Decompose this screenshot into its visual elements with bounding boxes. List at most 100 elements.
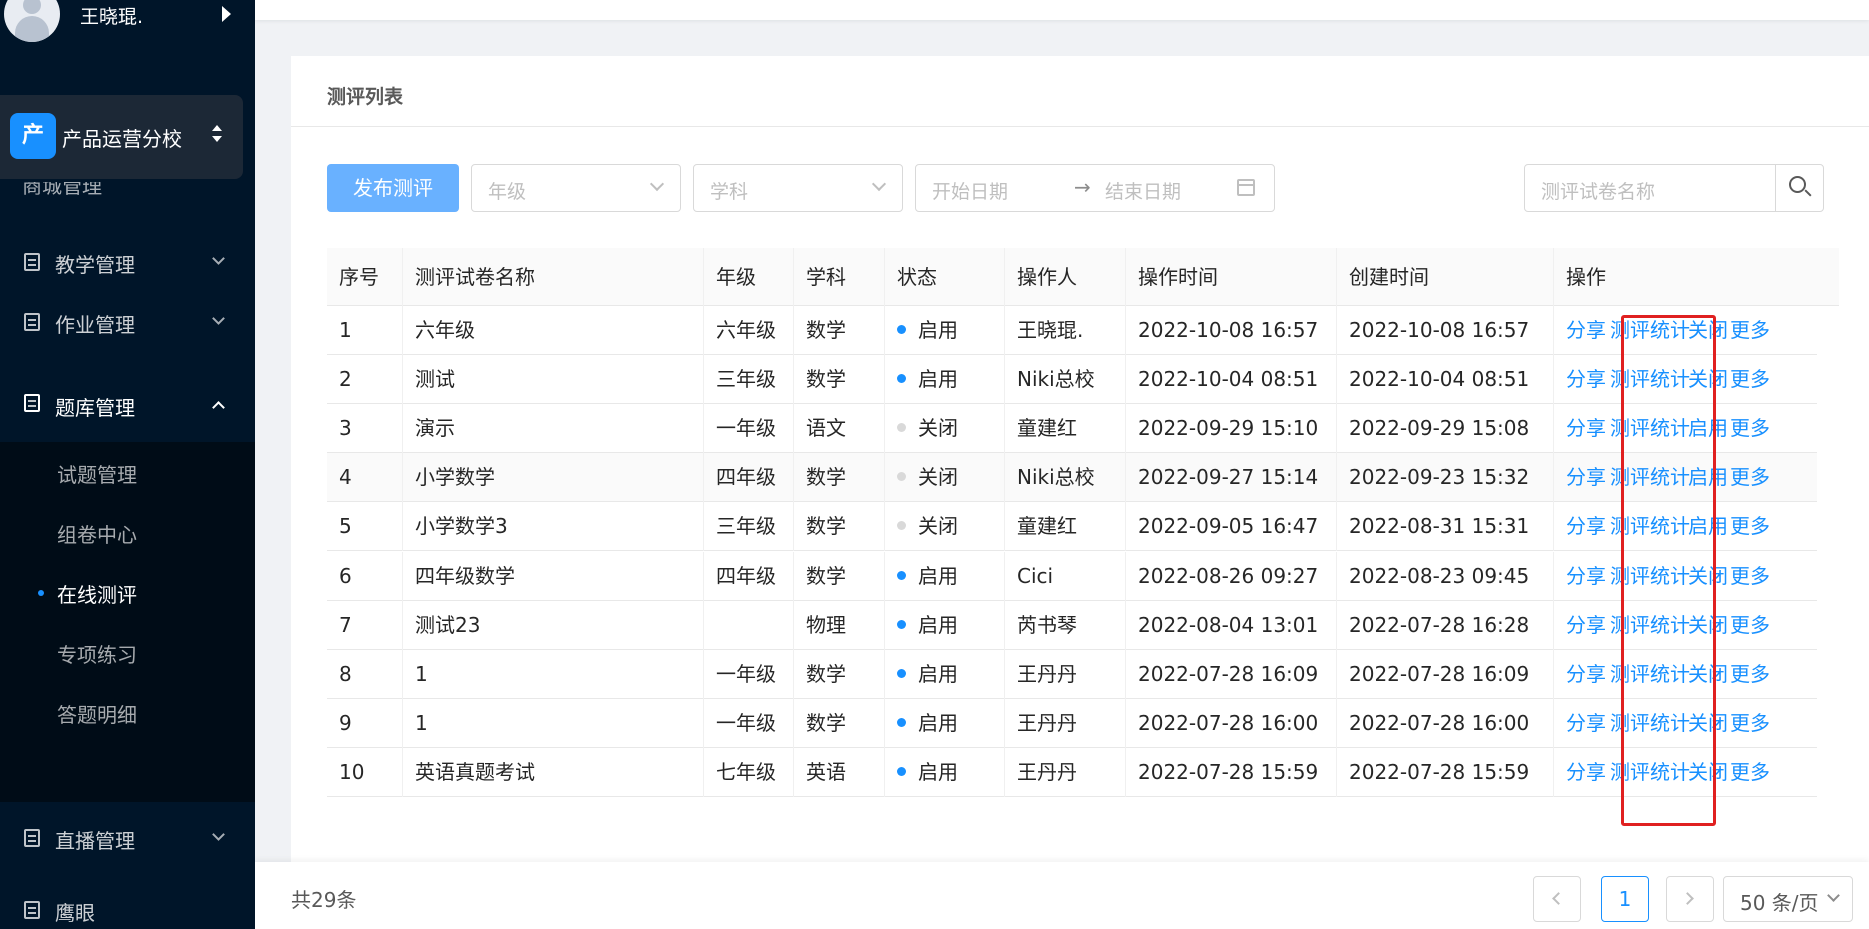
column-header: 操作人: [1005, 248, 1126, 306]
sidebar-subitem-label: 在线测评: [57, 583, 137, 607]
top-header: [255, 0, 1869, 20]
status-text: 启用: [918, 563, 958, 588]
sidebar-item-teaching[interactable]: 教学管理: [0, 232, 255, 292]
status-text: 关闭: [918, 514, 958, 539]
share-link[interactable]: 分享: [1566, 404, 1606, 453]
search-box: 测评试卷名称: [1524, 164, 1824, 212]
cell-status: 关闭: [885, 502, 1005, 552]
status-dot-icon: [897, 521, 906, 531]
grade-select[interactable]: 年级: [471, 164, 681, 212]
school-switcher[interactable]: 产 产品运营分校: [0, 95, 243, 179]
share-link[interactable]: 分享: [1566, 601, 1606, 650]
more-link[interactable]: 更多: [1730, 453, 1770, 502]
arrow-right-icon: →: [1074, 175, 1091, 199]
sidebar-item-question-bank[interactable]: 题库管理: [0, 377, 255, 442]
share-link[interactable]: 分享: [1566, 453, 1606, 502]
table-row: 8 1 一年级 数学 启用 王丹丹 2022-07-28 16:09 2022-07-28 1…: [327, 649, 1817, 699]
table-row: 1 六年级 六年级 数学 启用 王晓琨. 2022-10-08 16:57 2022-10-0…: [327, 306, 1817, 356]
column-header: 操作: [1566, 265, 1606, 289]
more-link[interactable]: 更多: [1730, 552, 1770, 601]
share-link[interactable]: 分享: [1566, 355, 1606, 404]
calendar-icon: [24, 829, 40, 847]
cell-created: 2022-10-04 08:51: [1337, 355, 1554, 405]
table-row: 6 四年级数学 四年级 数学 启用 Cici 2022-08-26 09:27 2022-08…: [327, 551, 1817, 601]
cell-status: 关闭: [885, 453, 1005, 503]
share-link[interactable]: 分享: [1566, 748, 1606, 797]
user-menu[interactable]: 王晓琨.: [0, 0, 255, 50]
cell-op-time: 2022-10-08 16:57: [1126, 306, 1337, 356]
chevron-down-icon: [212, 252, 225, 265]
share-link[interactable]: 分享: [1566, 699, 1606, 748]
cell-status: 启用: [885, 747, 1005, 797]
notebook-icon: [24, 394, 40, 412]
cell-created: 2022-09-29 15:08: [1337, 404, 1554, 454]
more-link[interactable]: 更多: [1730, 306, 1770, 355]
cell-no: 7: [327, 600, 403, 650]
cell-name: 测试: [403, 355, 704, 405]
table-row: 9 1 一年级 数学 启用 王丹丹 2022-07-28 16:00 2022-07-28 1…: [327, 698, 1817, 748]
cell-created: 2022-07-28 16:28: [1337, 600, 1554, 650]
cell-name: 小学数学3: [403, 502, 704, 552]
column-header: 状态: [885, 248, 1005, 306]
sidebar-subitem-paper-center[interactable]: 组卷中心: [0, 502, 255, 562]
table-row: 2 测试 三年级 数学 启用 Niki总校 2022-10-04 08:51 2022-10-…: [327, 355, 1817, 405]
sidebar-item-live[interactable]: 直播管理: [0, 808, 255, 868]
cell-no: 2: [327, 355, 403, 405]
more-link[interactable]: 更多: [1730, 601, 1770, 650]
status-text: 启用: [918, 318, 958, 342]
next-page-button[interactable]: [1666, 876, 1714, 922]
cell-grade: 三年级: [704, 502, 794, 552]
more-link[interactable]: 更多: [1730, 355, 1770, 404]
table-row: 10 英语真题考试 七年级 英语 启用 王丹丹 2022-07-28 15:59 2022-0…: [327, 747, 1817, 797]
cell-operator: 王晓琨.: [1005, 306, 1126, 356]
sidebar-subitem-questions[interactable]: 试题管理: [0, 442, 255, 502]
status-text: 启用: [918, 710, 958, 735]
cell-no: 6: [327, 551, 403, 601]
sidebar-subitem-online-assessment[interactable]: 在线测评: [0, 562, 255, 622]
sidebar-subitem-practice[interactable]: 专项练习: [0, 622, 255, 682]
page-number-current[interactable]: 1: [1601, 876, 1649, 922]
cell-grade: [704, 600, 794, 650]
page-size-select[interactable]: 50 条/页: [1723, 876, 1853, 922]
cell-subject: 数学: [794, 453, 885, 503]
more-link[interactable]: 更多: [1730, 404, 1770, 453]
cell-created: 2022-07-28 16:00: [1337, 698, 1554, 748]
table-row: 5 小学数学3 三年级 数学 关闭 童建红 2022-09-05 16:47 2022-08-…: [327, 502, 1817, 552]
cell-name: 测试23: [403, 600, 704, 650]
date-range-picker[interactable]: 开始日期 → 结束日期: [915, 164, 1275, 212]
sidebar-item-mall[interactable]: 商城管理: [22, 182, 102, 204]
cell-operator: Cici: [1005, 551, 1126, 601]
status-text: 启用: [918, 661, 958, 686]
status-dot-icon: [897, 472, 906, 482]
cell-op-time: 2022-09-05 16:47: [1126, 502, 1337, 552]
start-date-input[interactable]: 开始日期: [932, 177, 1008, 204]
publish-assessment-button[interactable]: 发布测评: [327, 164, 459, 212]
more-link[interactable]: 更多: [1730, 748, 1770, 797]
page-title: 测评列表: [327, 86, 404, 108]
share-link[interactable]: 分享: [1566, 306, 1606, 355]
sidebar-item-eagle-eye[interactable]: 鹰眼: [0, 880, 255, 929]
search-input[interactable]: 测评试卷名称: [1541, 177, 1655, 204]
cell-grade: 七年级: [704, 747, 794, 797]
cell-status: 关闭: [885, 404, 1005, 454]
status-dot-icon: [897, 668, 906, 678]
cell-grade: 四年级: [704, 551, 794, 601]
share-link[interactable]: 分享: [1566, 502, 1606, 551]
cell-name: 四年级数学: [403, 551, 704, 601]
sidebar-subitem-label: 专项练习: [57, 643, 137, 667]
prev-page-button[interactable]: [1533, 876, 1581, 922]
more-link[interactable]: 更多: [1730, 699, 1770, 748]
column-header: 年级: [704, 248, 794, 306]
more-link[interactable]: 更多: [1730, 502, 1770, 551]
cell-name: 演示: [403, 404, 704, 454]
subject-select[interactable]: 学科: [693, 164, 903, 212]
more-link[interactable]: 更多: [1730, 650, 1770, 699]
end-date-input[interactable]: 结束日期: [1105, 177, 1181, 204]
sidebar-subitem-answer-detail[interactable]: 答题明细: [0, 682, 255, 742]
search-button[interactable]: [1775, 165, 1823, 211]
share-link[interactable]: 分享: [1566, 650, 1606, 699]
sidebar-item-homework[interactable]: 作业管理: [0, 292, 255, 352]
status-dot-icon: [897, 619, 906, 629]
share-link[interactable]: 分享: [1566, 552, 1606, 601]
divider: [291, 126, 1869, 127]
